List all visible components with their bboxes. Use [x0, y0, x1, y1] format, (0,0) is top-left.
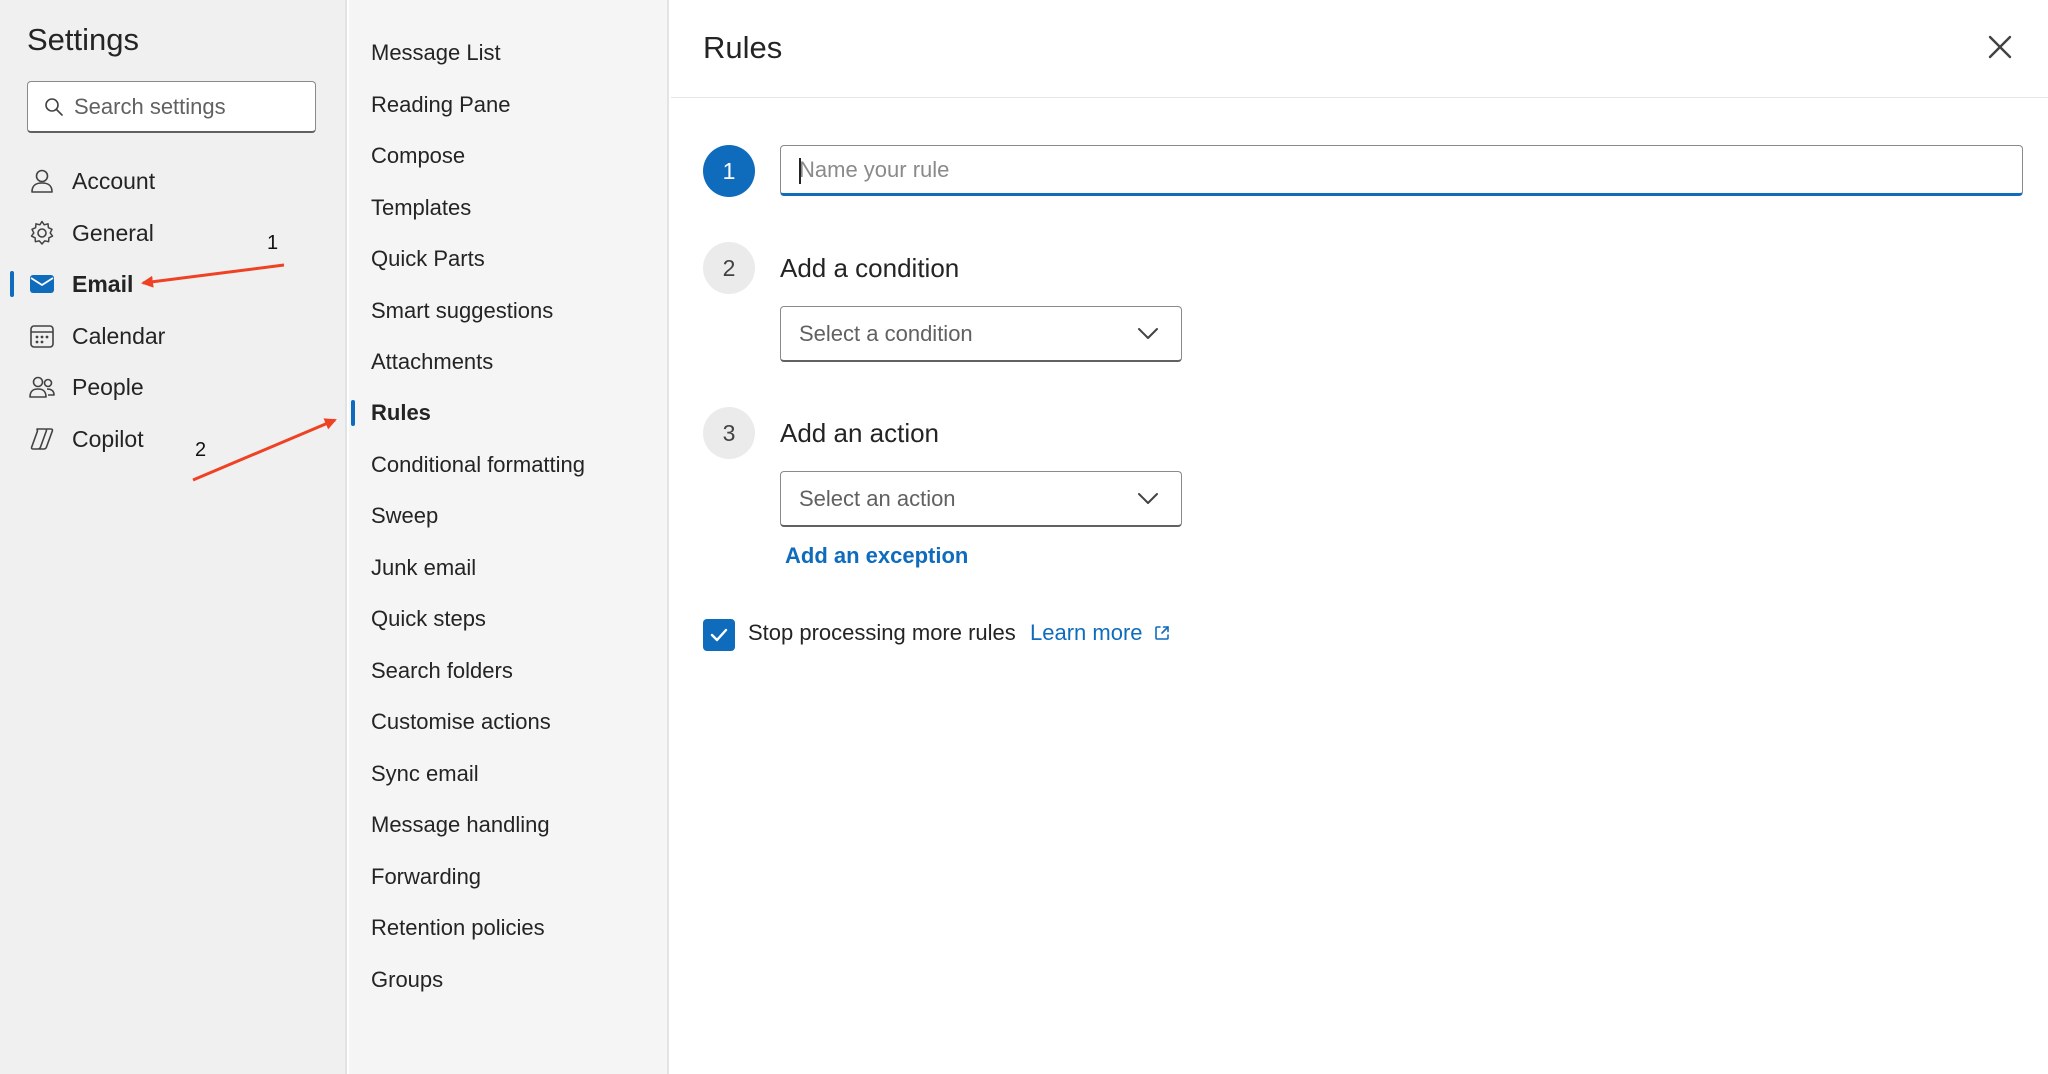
stop-processing-label: Stop processing more rules [748, 620, 1016, 645]
action-dropdown-value: Select an action [799, 485, 956, 511]
chevron-down-icon [1138, 328, 1158, 339]
subnav-item-label: Message List [371, 40, 501, 65]
subnav-item-label: Smart suggestions [371, 298, 554, 323]
add-condition-heading: Add a condition [780, 253, 960, 283]
subnav-item-label: Templates [371, 195, 472, 220]
condition-dropdown[interactable]: Select a condition [780, 306, 1182, 362]
nav-item-calendar[interactable]: Calendar [0, 313, 345, 359]
subnav-item-rules[interactable]: Rules [349, 390, 667, 436]
subnav-item-attachments[interactable]: Attachments [349, 339, 667, 385]
search-input[interactable] [74, 93, 314, 120]
nav-item-label: Calendar [72, 322, 166, 349]
rule-name-field[interactable] [780, 145, 2023, 196]
settings-nav-pane: Settings Account General Email Calendar … [0, 0, 347, 1074]
subnav-item-label: Attachments [371, 349, 494, 374]
text-caret [799, 158, 801, 184]
subnav-item-message-list[interactable]: Message List [349, 30, 667, 76]
copilot-icon [30, 428, 54, 450]
subnav-item-sync-email[interactable]: Sync email [349, 751, 667, 797]
subnav-item-compose[interactable]: Compose [349, 133, 667, 179]
subnav-item-label: Junk email [371, 555, 477, 580]
subnav-item-label: Reading Pane [371, 92, 511, 117]
settings-title: Settings [27, 22, 140, 57]
checkmark-icon [710, 628, 728, 642]
learn-more-label: Learn more [1030, 620, 1143, 645]
close-icon[interactable] [1981, 28, 2019, 66]
subnav-item-quick-steps[interactable]: Quick steps [349, 596, 667, 642]
subnav-item-label: Retention policies [371, 915, 545, 940]
subnav-item-label: Message handling [371, 812, 550, 837]
nav-item-people[interactable]: People [0, 364, 345, 410]
action-dropdown[interactable]: Select an action [780, 471, 1182, 527]
subnav-item-templates[interactable]: Templates [349, 185, 667, 231]
subnav-item-label: Search folders [371, 658, 513, 683]
subnav-item-groups[interactable]: Groups [349, 957, 667, 1003]
rules-panel: Rules 1 2 Add a condition Select a condi… [671, 0, 2048, 1074]
step-3-badge: 3 [703, 407, 755, 459]
gear-icon [30, 220, 54, 245]
nav-item-account[interactable]: Account [0, 158, 345, 204]
subnav-item-forwarding[interactable]: Forwarding [349, 854, 667, 900]
nav-item-email[interactable]: Email [0, 261, 345, 307]
rule-name-input[interactable] [799, 156, 2022, 183]
rules-header: Rules [671, 0, 2048, 98]
person-icon [31, 169, 53, 193]
step-1-badge: 1 [703, 145, 755, 197]
step-2-badge: 2 [703, 242, 755, 294]
add-exception-link[interactable]: Add an exception [785, 543, 968, 569]
external-link-icon [1154, 626, 1169, 640]
calendar-icon [30, 325, 54, 348]
subnav-item-label: Compose [371, 143, 466, 168]
nav-item-label: General [72, 219, 154, 246]
subnav-item-label: Groups [371, 967, 444, 992]
subnav-item-reading-pane[interactable]: Reading Pane [349, 82, 667, 128]
subnav-item-conditional-formatting[interactable]: Conditional formatting [349, 442, 667, 488]
search-box[interactable] [27, 81, 316, 133]
people-icon [29, 376, 55, 398]
annotation-marker-1: 1 [267, 232, 279, 254]
search-icon [45, 97, 63, 116]
subnav-item-sweep[interactable]: Sweep [349, 493, 667, 539]
subnav-item-message-handling[interactable]: Message handling [349, 802, 667, 848]
nav-item-copilot[interactable]: Copilot [0, 416, 345, 462]
add-action-heading: Add an action [780, 418, 940, 448]
learn-more-link[interactable]: Learn more [1030, 620, 1171, 646]
subnav-item-quick-parts[interactable]: Quick Parts [349, 236, 667, 282]
subnav-item-label: Quick Parts [371, 246, 485, 271]
subnav-item-search-folders[interactable]: Search folders [349, 648, 667, 694]
nav-item-label: Email [72, 270, 134, 297]
nav-item-label: People [72, 373, 144, 400]
active-indicator [351, 400, 355, 426]
email-settings-subnav: Message List Reading Pane Compose Templa… [349, 0, 669, 1074]
subnav-item-label: Forwarding [371, 864, 482, 889]
nav-item-general[interactable]: General [0, 210, 345, 256]
subnav-item-customise-actions[interactable]: Customise actions [349, 699, 667, 745]
page-title: Rules [703, 30, 783, 65]
nav-item-label: Copilot [72, 425, 144, 452]
nav-item-label: Account [72, 167, 156, 194]
chevron-down-icon [1138, 493, 1158, 504]
subnav-item-label: Sweep [371, 503, 439, 528]
subnav-item-junk-email[interactable]: Junk email [349, 545, 667, 591]
mail-icon [30, 275, 54, 293]
annotation-marker-2: 2 [195, 439, 207, 461]
subnav-item-smart-suggestions[interactable]: Smart suggestions [349, 288, 667, 334]
subnav-item-label: Quick steps [371, 606, 486, 631]
subnav-item-retention-policies[interactable]: Retention policies [349, 905, 667, 951]
subnav-item-label: Sync email [371, 761, 479, 786]
condition-dropdown-value: Select a condition [799, 320, 973, 346]
subnav-item-label: Customise actions [371, 709, 551, 734]
stop-processing-checkbox[interactable] [703, 619, 735, 651]
active-indicator [10, 271, 14, 297]
subnav-item-label: Conditional formatting [371, 452, 586, 477]
subnav-item-label: Rules [371, 400, 431, 425]
